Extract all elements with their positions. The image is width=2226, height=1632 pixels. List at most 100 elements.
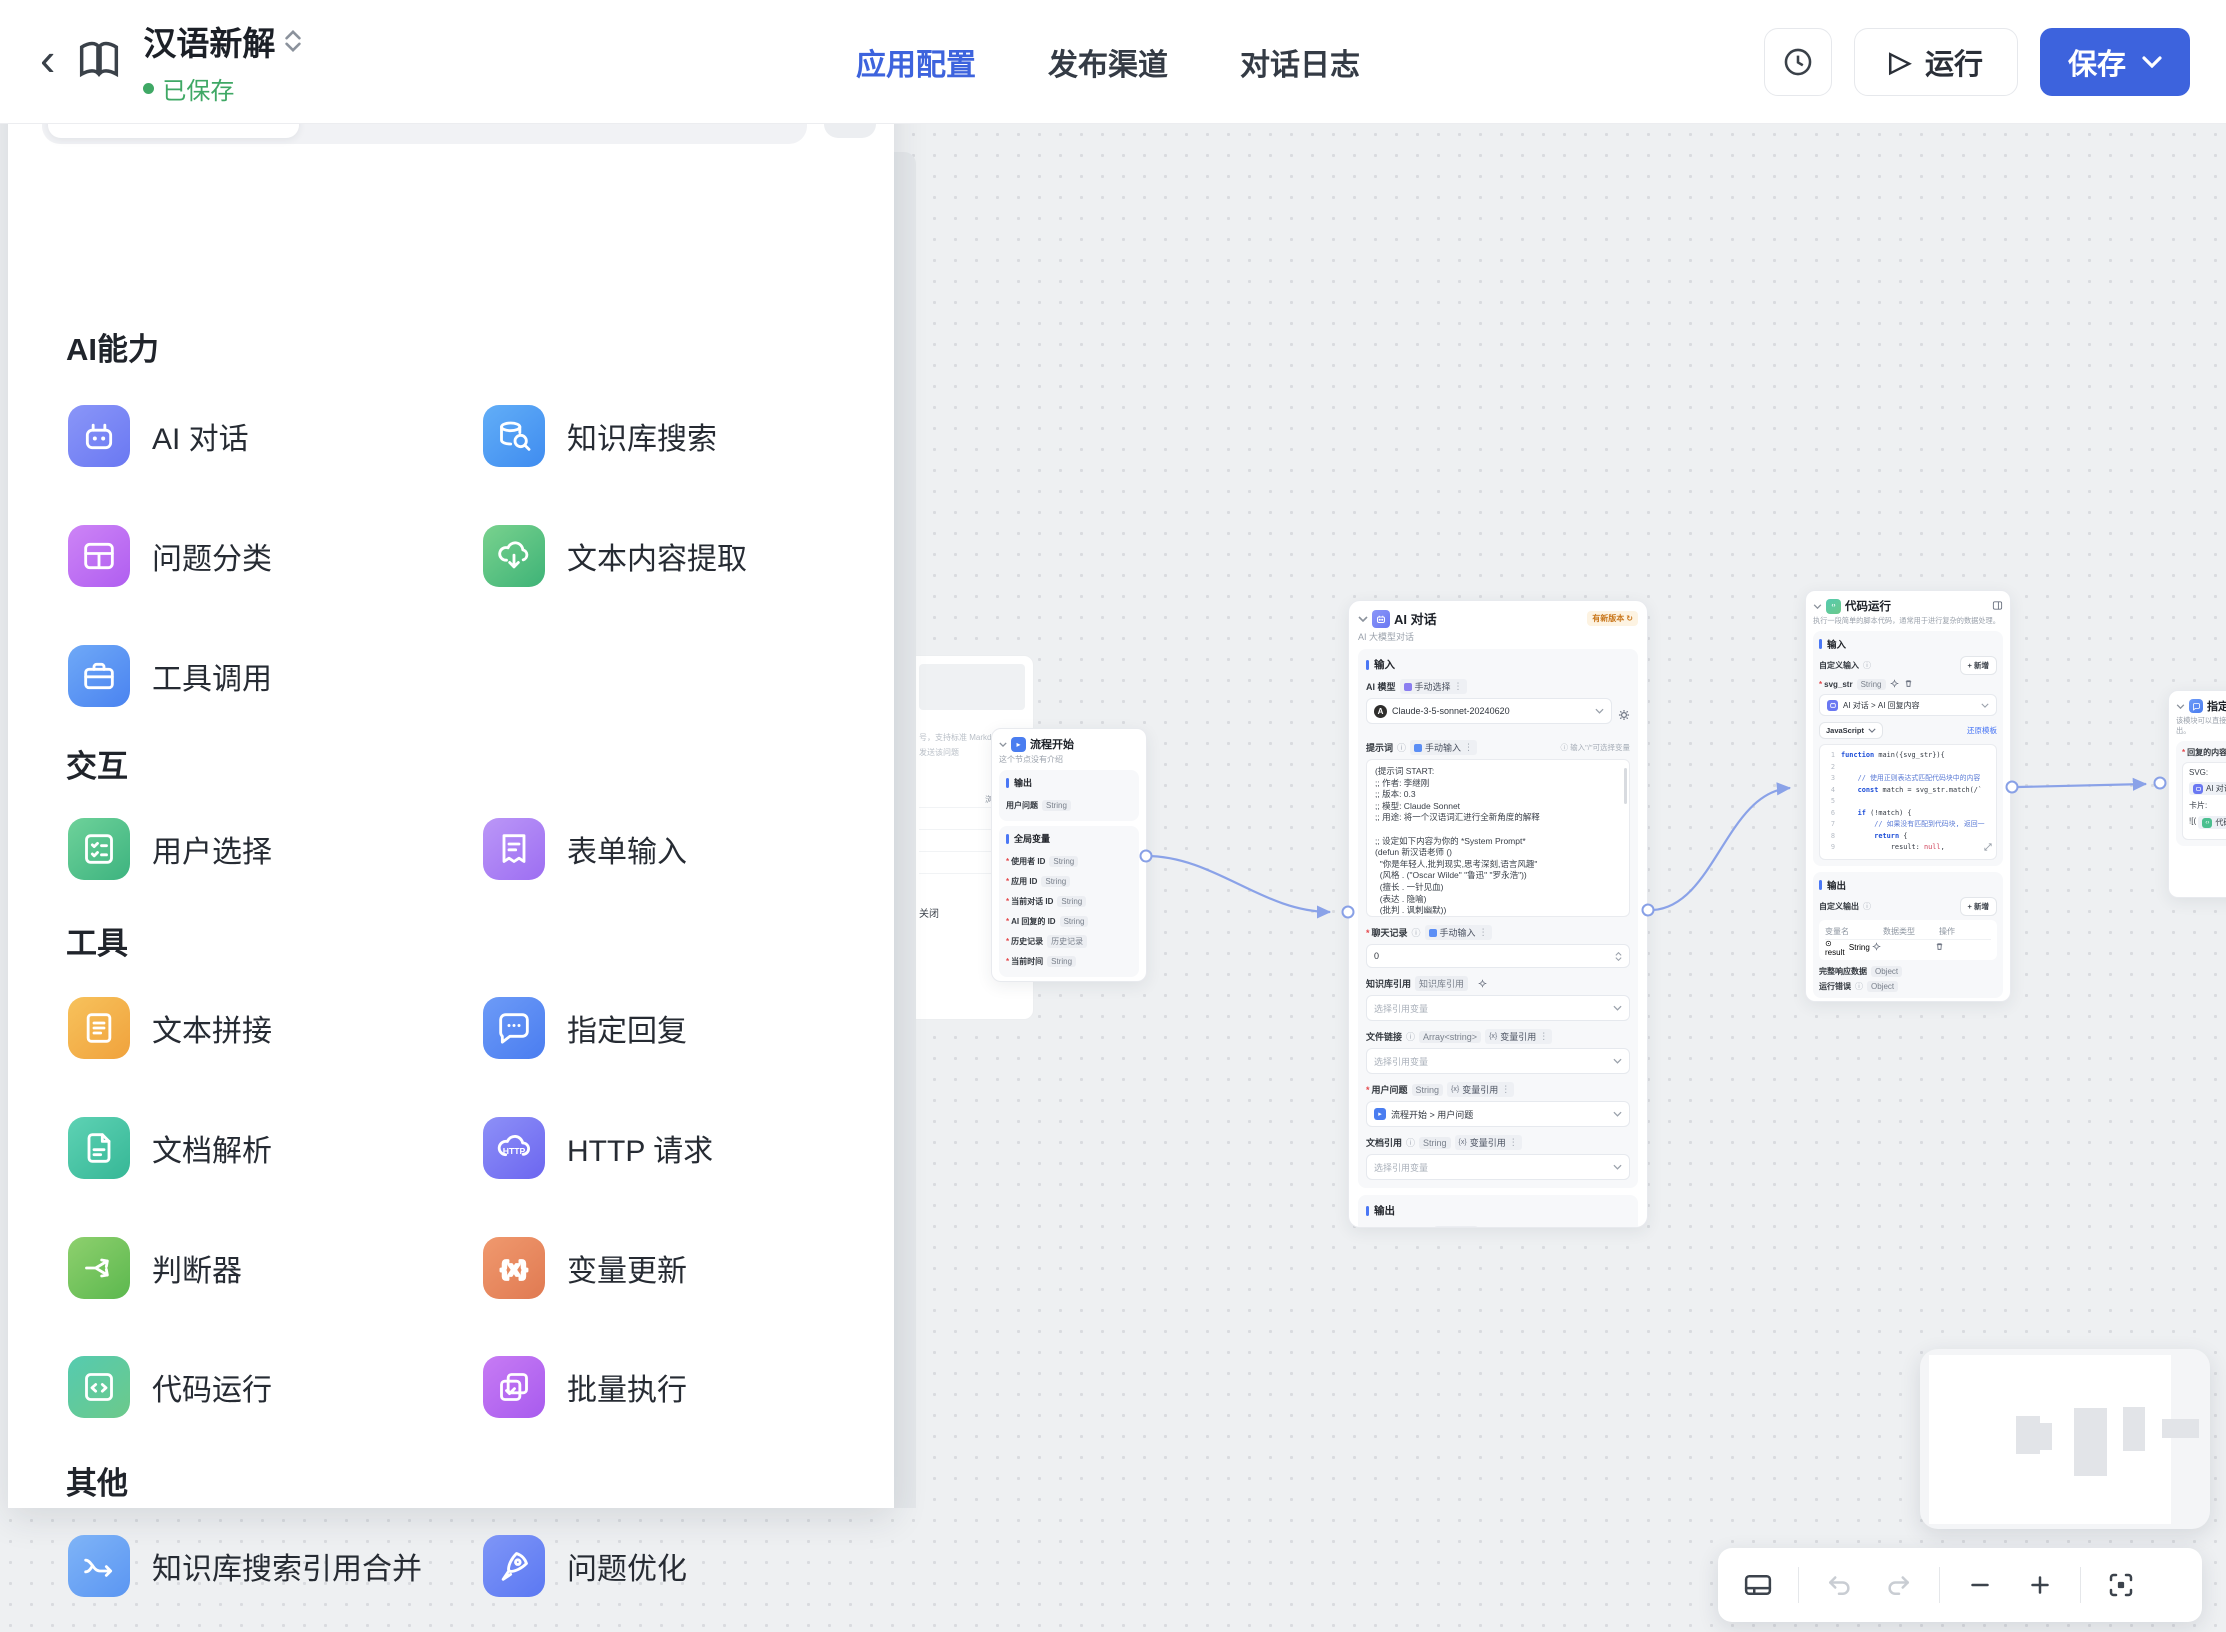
undo-button[interactable] [1811,1557,1867,1613]
minimap-node [2162,1419,2199,1438]
panel-item-merge[interactable]: 知识库搜索引用合并 [68,1535,422,1597]
number-stepper[interactable] [1615,951,1622,961]
collapse-chevron-icon[interactable] [999,741,1007,747]
panel-expand-icon[interactable] [1992,600,2003,613]
new-version-badge[interactable]: 有新版本 ↻ [1587,611,1638,626]
required-marker: * [2182,748,2186,757]
variable-chip[interactable]: ‹› 代码运 [2198,816,2226,829]
zoom-out-button[interactable] [1952,1557,2008,1613]
panel-item-batch[interactable]: 批量执行 [483,1356,687,1418]
panel-item-label: 工具调用 [152,663,272,696]
panel-item-form[interactable]: 表单输入 [483,818,687,880]
global-variable-row: * 使用者 ID String [1006,851,1132,871]
panel-item-label: 问题分类 [152,543,272,576]
gear-icon[interactable] [1890,679,1899,690]
field-label: 用户问题 [1006,800,1038,810]
node-code-run[interactable]: ‹› 代码运行 执行一段简单的脚本代码，通常用于进行复杂的数据处理。 输入 自定… [1805,590,2011,1002]
output-row: 用户问题 String [1006,795,1132,815]
prompt-line [1375,824,1621,836]
mode-badge[interactable]: 手动选择 ⋮ [1399,679,1467,694]
clock-icon [1785,48,1812,75]
trash-icon[interactable] [1904,679,1913,690]
scrollbar-thumb[interactable] [1624,768,1627,804]
mode-badge[interactable]: {x} 变量引用 ⋮ [1485,1029,1553,1044]
minimap-node [2123,1407,2145,1451]
expand-icon[interactable] [1984,843,1992,856]
tab-publish-channels[interactable]: 发布渠道 [1048,40,1168,84]
code-editor[interactable]: 1 function main({svg_str}){2 3 // 使用正则表达式匹… [1819,744,1997,860]
variable-chip[interactable]: AI 对话 > [2189,782,2226,795]
minimap[interactable] [1920,1349,2210,1529]
reset-template-link[interactable]: 还原模板 [1967,725,1997,736]
variable-icon: ⊙ [1825,938,1832,948]
mode-icon [1414,743,1423,752]
mode-badge[interactable]: 手动输入 ⋮ [1424,925,1492,940]
add-input-button[interactable]: + 新增 [1959,656,1997,675]
model-value: Claude-3-5-sonnet-20240620 [1392,706,1510,716]
save-button[interactable]: 保存 [2039,27,2190,96]
minimap-toggle-button[interactable] [1730,1557,1786,1613]
collapse-chevron-icon[interactable] [1813,603,1822,609]
language-select[interactable]: JavaScript [1819,722,1883,739]
panel-item-code[interactable]: 代码运行 [68,1356,272,1418]
mode-badge[interactable]: {x} 变量引用 ⋮ [1447,1082,1515,1097]
redo-button[interactable] [1871,1557,1927,1613]
mode-label: 变量引用 [1462,1085,1499,1095]
panel-item-varx[interactable]: {x} 变量更新 [483,1237,687,1299]
code-icon [68,1356,130,1418]
node-title: 代码运行 [1845,601,1891,613]
panel-item-branch[interactable]: 判断器 [68,1237,242,1299]
trash-icon[interactable] [1935,942,1991,953]
back-button[interactable]: ‹ [40,36,55,82]
panel-item-checklist[interactable]: 用户选择 [68,818,272,880]
field-label: AI 回复的 ID [1011,916,1056,926]
save-status: 已保存 [143,71,301,106]
chat-history-count-input[interactable]: 0 [1366,944,1630,968]
collapse-chevron-icon[interactable] [1358,615,1368,622]
branch-icon [68,1237,130,1299]
doc-ref-select[interactable]: 选择引用变量 [1366,1154,1630,1180]
panel-item-http[interactable]: HTTP HTTP 请求 [483,1117,713,1179]
panel-item-dbsearch[interactable]: 知识库搜索 [483,405,717,467]
var-value-select[interactable]: AI 对话 > AI 回复内容 [1819,694,1997,716]
info-icon: ⓘ [1397,743,1407,753]
history-button[interactable] [1764,27,1833,96]
kb-select[interactable]: 选择引用变量 [1366,995,1630,1021]
panel-item-chat[interactable]: 指定回复 [483,997,687,1059]
model-select[interactable]: A Claude-3-5-sonnet-20240620 [1366,698,1612,724]
node-specified-reply[interactable]: 指定回 该模块可以直接回 出。 * 回复的内容 ⓘ SVG: [2168,690,2226,898]
node-ai-chat[interactable]: AI 对话 有新版本 ↻ AI 大模型对话 输入 AI 模型 手动选择 ⋮ A … [1348,600,1648,1228]
tab-chat-logs[interactable]: 对话日志 [1240,40,1360,84]
tab-app-config[interactable]: 应用配置 [856,40,976,84]
zoom-in-button[interactable] [2012,1557,2068,1613]
code-segment: // 如果没有匹配到代码块, 返回一 [1841,820,1985,828]
panel-item-docparse[interactable]: 文档解析 [68,1117,272,1179]
fit-view-button[interactable] [2093,1557,2149,1613]
reply-content-editor[interactable]: SVG: AI 对话 > 卡片: ![( ‹› 代码运 [2182,762,2226,840]
panel-item-classify[interactable]: 问题分类 [68,525,272,587]
mode-badge[interactable]: 手动输入 ⋮ [1410,740,1478,755]
prompt-editor[interactable]: (提示词 START:;; 作者: 李继刚;; 版本: 0.3;; 模型: Cl… [1366,759,1630,917]
field-label: 回复的内容 [2187,748,2226,757]
panel-item-briefcase[interactable]: 工具调用 [68,645,272,707]
node-flow-start[interactable]: ▸ 流程开始 这个节点没有介绍 输出 用户问题 String 全局变量 * 使用者… [991,728,1147,982]
run-button[interactable]: ▷ 运行 [1854,27,2018,96]
panel-item-doc[interactable]: 文本拼接 [68,997,272,1059]
type-badge: Object [1867,980,1899,992]
gear-icon[interactable] [1872,942,1930,953]
panel-item-extract[interactable]: 文本内容提取 [483,525,747,587]
collapse-chevron-icon[interactable] [2176,703,2185,709]
mode-badge[interactable]: {x} 变量引用 ⋮ [1454,1135,1522,1150]
app-switcher-icon[interactable] [285,30,302,52]
varx-icon: {x} [483,1237,545,1299]
file-link-select[interactable]: 选择引用变量 [1366,1048,1630,1074]
add-output-button[interactable]: + 新增 [1959,896,1997,916]
panel-item-rocket[interactable]: 问题优化 [483,1535,687,1597]
model-settings-button[interactable] [1618,709,1630,721]
panel-item-robot[interactable]: AI 对话 [68,405,249,467]
column-header: 操作 [1939,926,1955,936]
kb-settings-button[interactable] [1478,979,1487,988]
minimap-node [2040,1423,2052,1450]
user-question-select[interactable]: ▸ 流程开始 > 用户问题 [1366,1101,1630,1127]
edge-start-to-ai [1145,854,1332,919]
